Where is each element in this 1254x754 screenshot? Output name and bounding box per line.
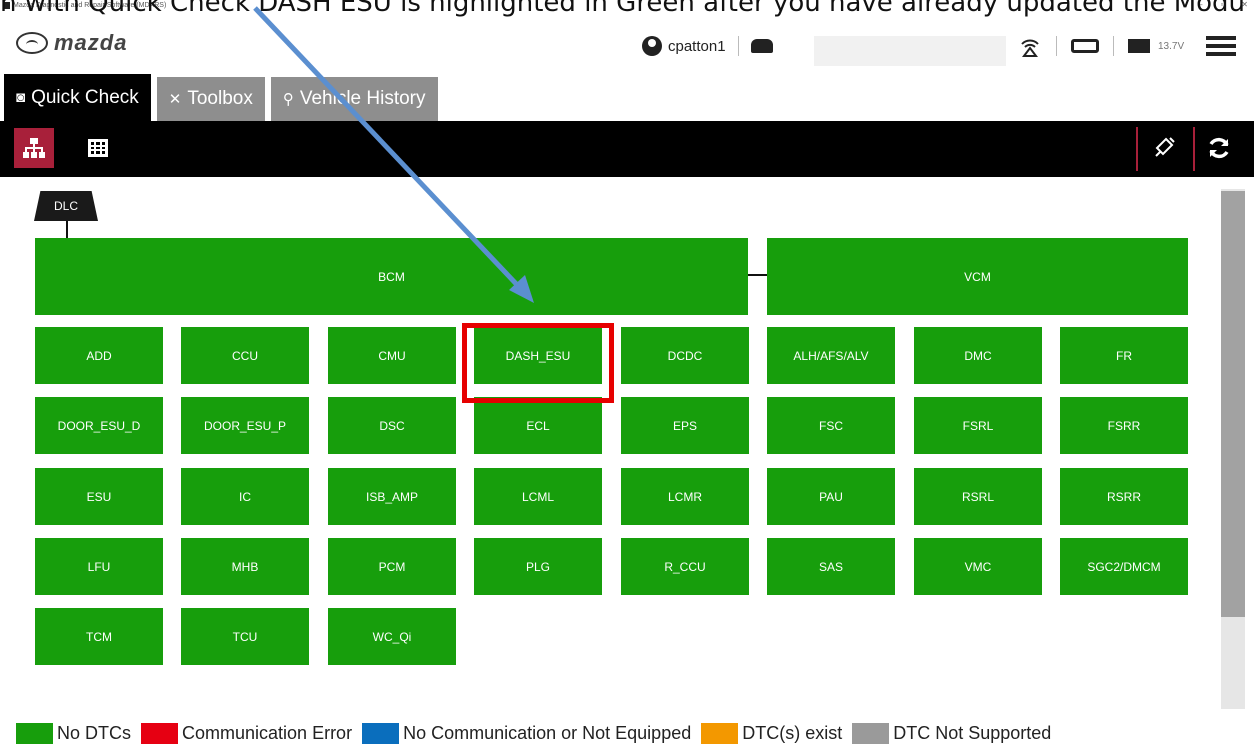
battery-icon bbox=[1128, 39, 1150, 53]
legend-item: No Communication or Not Equipped bbox=[362, 723, 691, 744]
battery-voltage: 13.7V bbox=[1158, 40, 1185, 52]
username[interactable]: cpatton1 bbox=[668, 38, 726, 55]
camera-icon: ◙ bbox=[16, 89, 26, 106]
module-fsrl[interactable]: FSRL bbox=[914, 397, 1042, 454]
tools-icon: ✕ bbox=[168, 91, 182, 108]
legend-label: Communication Error bbox=[182, 723, 353, 743]
legend-label: DTC(s) exist bbox=[742, 723, 843, 743]
user-area: cpatton1 bbox=[642, 36, 773, 56]
module-wc-qi[interactable]: WC_Qi bbox=[328, 608, 456, 665]
module-isb-amp[interactable]: ISB_AMP bbox=[328, 468, 456, 525]
tab-label: Toolbox bbox=[187, 88, 253, 109]
module-vmc[interactable]: VMC bbox=[914, 538, 1042, 595]
brand-name: mazda bbox=[54, 30, 128, 55]
obd-icon[interactable] bbox=[1071, 39, 1099, 53]
status-icons: 13.7V bbox=[1018, 34, 1237, 58]
main-tabs: ◙ Quick Check ✕ Toolbox ⚲ Vehicle Histor… bbox=[4, 74, 438, 121]
legend-swatch bbox=[16, 723, 53, 744]
legend-label: DTC Not Supported bbox=[893, 723, 1052, 743]
divider bbox=[1113, 36, 1114, 56]
module-pau[interactable]: PAU bbox=[767, 468, 895, 525]
history-icon: ⚲ bbox=[282, 91, 294, 108]
module-door-esu-p[interactable]: DOOR_ESU_P bbox=[181, 397, 309, 454]
mazda-emblem-icon bbox=[16, 32, 48, 54]
vin-field[interactable] bbox=[814, 36, 1006, 66]
module-door-esu-d[interactable]: DOOR_ESU_D bbox=[35, 397, 163, 454]
module-eps[interactable]: EPS bbox=[621, 397, 749, 454]
scroll-thumb[interactable] bbox=[1221, 191, 1245, 617]
connection-line bbox=[748, 274, 768, 276]
module-cmu[interactable]: CMU bbox=[328, 327, 456, 384]
module-tcu[interactable]: TCU bbox=[181, 608, 309, 665]
module-topology: DLC BCM VCM ADD CCU CMU DASH_ESU DCDC ALH/AFS… bbox=[0, 177, 1254, 754]
divider bbox=[737, 36, 739, 56]
toolbar-divider bbox=[1193, 127, 1195, 171]
module-rsrr[interactable]: RSRR bbox=[1060, 468, 1188, 525]
module-lfu[interactable]: LFU bbox=[35, 538, 163, 595]
mazda-logo: mazda bbox=[16, 30, 127, 56]
legend-swatch bbox=[852, 723, 890, 744]
vertical-scrollbar[interactable] bbox=[1221, 189, 1245, 709]
refresh-button[interactable] bbox=[1199, 128, 1239, 168]
module-lcml[interactable]: LCML bbox=[474, 468, 602, 525]
legend-item: Communication Error bbox=[141, 723, 352, 744]
module-bcm[interactable]: BCM bbox=[35, 238, 748, 315]
module-fr[interactable]: FR bbox=[1060, 327, 1188, 384]
module-vcm[interactable]: VCM bbox=[767, 238, 1188, 315]
legend-item: No DTCs bbox=[16, 723, 131, 744]
tab-label: Quick Check bbox=[31, 86, 139, 108]
module-fsrr[interactable]: FSRR bbox=[1060, 397, 1188, 454]
module-add[interactable]: ADD bbox=[35, 327, 163, 384]
toolbar-divider bbox=[1136, 127, 1138, 171]
view-toolbar bbox=[0, 121, 1254, 177]
legend-item: DTC(s) exist bbox=[701, 723, 842, 744]
module-alh-afs-alv[interactable]: ALH/AFS/ALV bbox=[767, 327, 895, 384]
grid-view-button[interactable] bbox=[78, 128, 118, 168]
module-pcm[interactable]: PCM bbox=[328, 538, 456, 595]
tab-vehicle-history[interactable]: ⚲ Vehicle History bbox=[270, 77, 438, 121]
module-lcmr[interactable]: LCMR bbox=[621, 468, 749, 525]
tab-quick-check[interactable]: ◙ Quick Check bbox=[4, 74, 151, 121]
legend-swatch bbox=[701, 723, 739, 744]
module-sgc2-dmcm[interactable]: SGC2/DMCM bbox=[1060, 538, 1188, 595]
refresh-icon bbox=[1209, 137, 1229, 159]
module-esu[interactable]: ESU bbox=[35, 468, 163, 525]
module-fsc[interactable]: FSC bbox=[767, 397, 895, 454]
module-ecl[interactable]: ECL bbox=[474, 397, 602, 454]
tab-label: Vehicle History bbox=[299, 88, 426, 109]
module-r-ccu[interactable]: R_CCU bbox=[621, 538, 749, 595]
menu-icon[interactable] bbox=[1206, 36, 1237, 56]
user-icon[interactable] bbox=[642, 36, 662, 56]
legend-item: DTC Not Supported bbox=[852, 723, 1051, 744]
module-dsc[interactable]: DSC bbox=[328, 397, 456, 454]
app-header: mazda cpatton1 13.7V bbox=[0, 26, 1254, 70]
status-legend: No DTCs Communication Error No Communica… bbox=[16, 723, 1061, 744]
module-plg[interactable]: PLG bbox=[474, 538, 602, 595]
module-mhb[interactable]: MHB bbox=[181, 538, 309, 595]
module-dash-esu[interactable]: DASH_ESU bbox=[474, 327, 602, 384]
wireless-icon[interactable] bbox=[1018, 34, 1042, 58]
module-rsrl[interactable]: RSRL bbox=[914, 468, 1042, 525]
topology-view-button[interactable] bbox=[14, 128, 54, 168]
clear-dtc-button[interactable] bbox=[1144, 128, 1184, 168]
divider bbox=[1056, 36, 1057, 56]
module-sas[interactable]: SAS bbox=[767, 538, 895, 595]
instruction-caption: n with Quick Check DASH ESU is highlight… bbox=[0, 0, 1246, 18]
car-icon[interactable] bbox=[750, 39, 773, 53]
grid-view-icon bbox=[88, 139, 108, 157]
legend-label: No DTCs bbox=[57, 723, 132, 743]
module-ic[interactable]: IC bbox=[181, 468, 309, 525]
connection-line bbox=[66, 221, 68, 239]
tab-toolbox[interactable]: ✕ Toolbox bbox=[156, 77, 265, 121]
legend-swatch bbox=[362, 723, 400, 744]
module-tcm[interactable]: TCM bbox=[35, 608, 163, 665]
module-dcdc[interactable]: DCDC bbox=[621, 327, 749, 384]
topology-view-icon bbox=[23, 138, 45, 158]
module-ccu[interactable]: CCU bbox=[181, 327, 309, 384]
legend-swatch bbox=[141, 723, 179, 744]
clear-dtc-icon bbox=[1155, 137, 1175, 157]
legend-label: No Communication or Not Equipped bbox=[403, 723, 692, 743]
module-dmc[interactable]: DMC bbox=[914, 327, 1042, 384]
dlc-connector: DLC bbox=[34, 191, 98, 221]
